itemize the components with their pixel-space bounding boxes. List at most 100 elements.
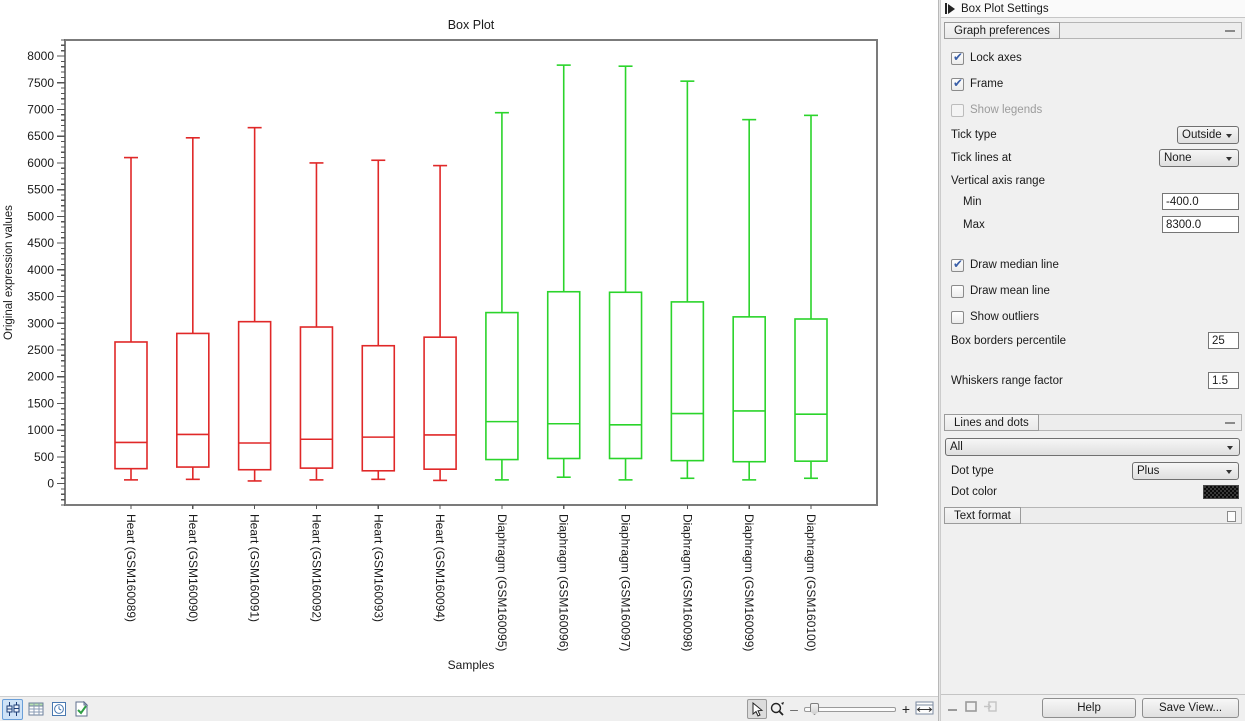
svg-text:1000: 1000 [27, 423, 54, 437]
lock-axes-row[interactable]: Lock axes [941, 51, 1245, 65]
svg-text:8000: 8000 [27, 49, 54, 63]
dot-type-dropdown[interactable]: Plus [1132, 462, 1239, 480]
section-text-format[interactable]: Text format [944, 507, 1242, 524]
chevron-down-icon [1226, 134, 1232, 138]
box-Heart (GSM160089) [115, 158, 147, 480]
svg-text:Heart (GSM160093): Heart (GSM160093) [371, 514, 385, 622]
help-button[interactable]: Help [1042, 698, 1136, 718]
svg-text:Heart (GSM160092): Heart (GSM160092) [309, 514, 323, 622]
side-panel-titlebar: Box Plot Settings [941, 0, 1245, 18]
minimize-panel-icon[interactable] [947, 702, 958, 715]
panel-empty-area [941, 524, 1245, 694]
max-input[interactable]: 8300.0 [1162, 216, 1239, 233]
dot-color-swatch[interactable] [1203, 485, 1239, 499]
main-view: Box PlotSamplesOriginal expression value… [0, 0, 938, 721]
tick-lines-dropdown[interactable]: None [1159, 149, 1239, 167]
box-Heart (GSM160093) [362, 160, 394, 479]
zoom-out-minus[interactable]: – [787, 701, 801, 717]
svg-text:3000: 3000 [27, 316, 54, 330]
min-label: Min [963, 196, 982, 208]
box-Heart (GSM160094) [424, 166, 456, 481]
whiskers-label: Whiskers range factor [951, 375, 1063, 387]
show-outliers-row[interactable]: Show outliers [941, 310, 1245, 324]
show-legends-checkbox [951, 104, 964, 117]
max-row: Max 8300.0 [941, 216, 1245, 233]
svg-text:Diaphragm (GSM160100): Diaphragm (GSM160100) [804, 514, 818, 651]
svg-text:7000: 7000 [27, 102, 54, 116]
cursor-tool-icon[interactable] [747, 699, 767, 719]
tick-lines-row: Tick lines at None [941, 149, 1245, 167]
maximize-panel-icon[interactable] [965, 701, 977, 715]
page-icon[interactable] [1227, 511, 1236, 522]
svg-text:4000: 4000 [27, 263, 54, 277]
zoom-slider-handle[interactable] [810, 703, 819, 715]
frame-row[interactable]: Frame [941, 77, 1245, 91]
collapse-panel-icon[interactable] [945, 3, 955, 14]
box-borders-input[interactable]: 25 [1208, 332, 1239, 349]
text-format-tab[interactable]: Text format [944, 507, 1021, 524]
side-panel-title: Box Plot Settings [961, 3, 1049, 15]
show-legends-row: Show legends [941, 103, 1245, 117]
scope-dropdown[interactable]: All [945, 438, 1240, 456]
fit-width-icon[interactable] [915, 701, 934, 718]
tick-type-label: Tick type [951, 129, 997, 141]
draw-median-row[interactable]: Draw median line [941, 258, 1245, 272]
view-toolbar: – + [0, 696, 938, 721]
svg-text:6000: 6000 [27, 156, 54, 170]
zoom-slider[interactable] [804, 702, 896, 716]
vertical-axis-range-row: Vertical axis range [941, 174, 1245, 188]
scope-row: All [941, 438, 1245, 456]
svg-text:Diaphragm (GSM160096): Diaphragm (GSM160096) [557, 514, 571, 651]
show-outliers-label: Show outliers [970, 311, 1039, 323]
lines-and-dots-tab[interactable]: Lines and dots [944, 414, 1039, 431]
collapse-section-icon[interactable] [1225, 30, 1235, 32]
svg-text:2500: 2500 [27, 343, 54, 357]
graph-preferences-tab[interactable]: Graph preferences [944, 22, 1060, 39]
text-format-header-rest [1021, 507, 1242, 524]
zoom-tool-icon[interactable] [767, 699, 787, 719]
svg-text:Diaphragm (GSM160097): Diaphragm (GSM160097) [619, 514, 633, 651]
svg-text:5500: 5500 [27, 183, 54, 197]
whiskers-input[interactable]: 1.5 [1208, 372, 1239, 389]
table-view-icon[interactable] [25, 699, 46, 720]
tick-type-dropdown[interactable]: Outside [1177, 126, 1239, 144]
svg-text:7500: 7500 [27, 76, 54, 90]
svg-text:Diaphragm (GSM160095): Diaphragm (GSM160095) [495, 514, 509, 651]
show-outliers-checkbox[interactable] [951, 311, 964, 324]
svg-text:1500: 1500 [27, 396, 54, 410]
min-input[interactable]: -400.0 [1162, 193, 1239, 210]
history-view-icon[interactable] [48, 699, 69, 720]
lock-axes-checkbox[interactable] [951, 52, 964, 65]
zoom-in-plus[interactable]: + [899, 701, 913, 717]
collapse-section-icon[interactable] [1225, 422, 1235, 424]
lines-and-dots-header-rest [1039, 414, 1242, 431]
svg-text:2000: 2000 [27, 370, 54, 384]
box-Diaphragm (GSM160098) [671, 81, 703, 478]
section-graph-preferences[interactable]: Graph preferences [944, 22, 1242, 39]
side-panel: Box Plot Settings Graph preferences Lock… [941, 0, 1245, 721]
section-lines-and-dots[interactable]: Lines and dots [944, 414, 1242, 431]
svg-text:Heart (GSM160090): Heart (GSM160090) [186, 514, 200, 622]
boxplot-view-icon[interactable] [2, 699, 23, 720]
frame-checkbox[interactable] [951, 78, 964, 91]
save-view-button[interactable]: Save View... [1142, 698, 1239, 718]
min-row: Min -400.0 [941, 193, 1245, 210]
chevron-down-icon [1226, 470, 1232, 474]
box-borders-label: Box borders percentile [951, 335, 1066, 347]
box-borders-row: Box borders percentile 25 [941, 332, 1245, 349]
draw-median-checkbox[interactable] [951, 259, 964, 272]
side-panel-footer: Help Save View... [941, 694, 1245, 721]
application-window: Box PlotSamplesOriginal expression value… [0, 0, 1245, 721]
dot-type-label: Dot type [951, 465, 994, 477]
draw-mean-checkbox[interactable] [951, 285, 964, 298]
svg-text:Diaphragm (GSM160098): Diaphragm (GSM160098) [680, 514, 694, 651]
element-info-icon[interactable] [71, 699, 92, 720]
svg-text:6500: 6500 [27, 129, 54, 143]
svg-text:5000: 5000 [27, 209, 54, 223]
box-borders-value: 25 [1212, 335, 1225, 347]
svg-text:4500: 4500 [27, 236, 54, 250]
draw-mean-row[interactable]: Draw mean line [941, 284, 1245, 298]
box-Diaphragm (GSM160095) [486, 113, 518, 480]
dock-panel-icon [984, 701, 997, 715]
box-Diaphragm (GSM160096) [548, 65, 580, 477]
